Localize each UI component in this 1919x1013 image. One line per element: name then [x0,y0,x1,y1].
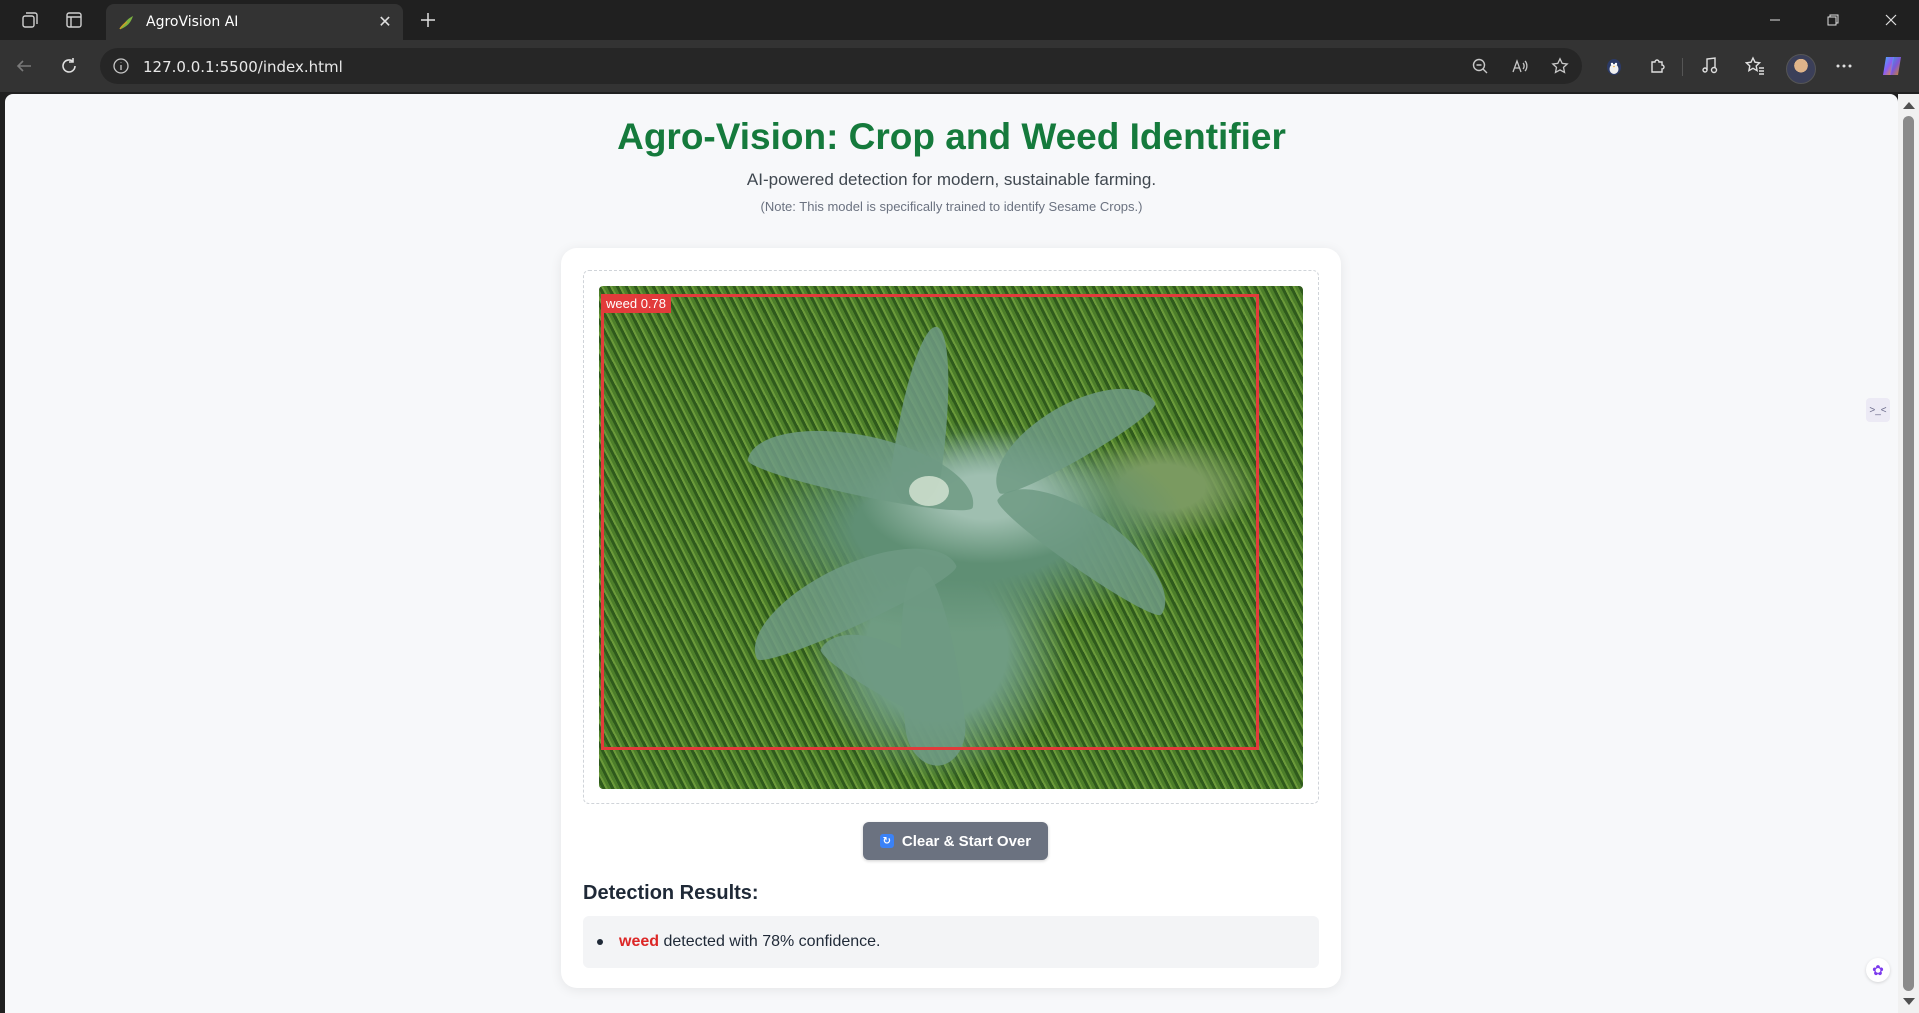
results-list: weed detected with 78% confidence. [583,916,1319,968]
page-note: (Note: This model is specifically traine… [760,199,1143,214]
scroll-thumb[interactable] [1903,116,1914,991]
extension-penguin-icon[interactable] [1601,53,1627,79]
result-class: weed [619,933,660,950]
favorite-star-icon[interactable] [1549,55,1571,77]
clear-button-label: Clear & Start Over [901,832,1032,850]
workspaces-icon[interactable] [18,8,42,32]
result-text: detected with 78% confidence. [663,933,881,950]
refresh-icon[interactable] [55,52,83,80]
list-item: weed detected with 78% confidence. [619,933,881,951]
list-bullet [597,939,603,945]
main-card: weed 0.78 ↻ Clear & Start Over Detection… [561,248,1341,988]
browser-titlebar: AgroVision AI ✕ [0,0,1919,40]
refresh-emoji-icon: ↻ [879,834,894,848]
page-scrollbar[interactable] [1898,94,1919,1013]
new-tab-icon[interactable] [414,6,442,34]
tab-title: AgroVision AI [146,14,239,30]
active-tab[interactable]: AgroVision AI ✕ [106,4,403,40]
read-aloud-icon[interactable] [1509,55,1531,77]
scroll-down-icon[interactable] [1903,998,1915,1005]
back-icon[interactable] [10,52,38,80]
copilot-icon[interactable] [1879,53,1905,79]
detection-bounding-box: weed 0.78 [601,294,1259,750]
browser-toolbar: 127.0.0.1:5500/index.html [0,40,1919,92]
close-window-icon[interactable] [1863,0,1919,40]
uploaded-image: weed 0.78 [599,286,1303,789]
info-icon[interactable] [112,57,130,75]
page-title: Agro-Vision: Crop and Weed Identifier [617,116,1286,157]
toolbar-divider [1682,58,1683,76]
page-viewport: Agro-Vision: Crop and Weed Identifier AI… [5,94,1898,1013]
url-text[interactable]: 127.0.0.1:5500/index.html [143,58,343,76]
zoom-out-icon[interactable] [1469,55,1491,77]
address-bar[interactable]: 127.0.0.1:5500/index.html [100,48,1582,84]
close-icon[interactable]: ✕ [375,12,395,32]
page-subtitle: AI-powered detection for modern, sustain… [746,170,1157,189]
leaf-favicon-icon [118,13,136,31]
minimize-icon[interactable] [1747,0,1803,40]
tab-actions-icon[interactable] [62,8,86,32]
favorites-icon[interactable] [1742,53,1768,79]
scroll-up-icon[interactable] [1903,102,1915,109]
brain-extension-icon[interactable]: ✿ [1866,958,1890,982]
upload-dropzone[interactable]: weed 0.78 [583,270,1319,804]
sidebar-extension-icon[interactable]: >_< [1866,398,1890,422]
media-icon[interactable] [1697,53,1723,79]
more-icon[interactable] [1831,53,1857,79]
detection-box-label: weed 0.78 [601,294,671,313]
avatar[interactable] [1786,54,1816,84]
extension-puzzle-icon[interactable] [1645,53,1671,79]
clear-start-over-button[interactable]: ↻ Clear & Start Over [863,822,1048,860]
results-heading: Detection Results: [583,882,759,904]
restore-icon[interactable] [1805,0,1861,40]
